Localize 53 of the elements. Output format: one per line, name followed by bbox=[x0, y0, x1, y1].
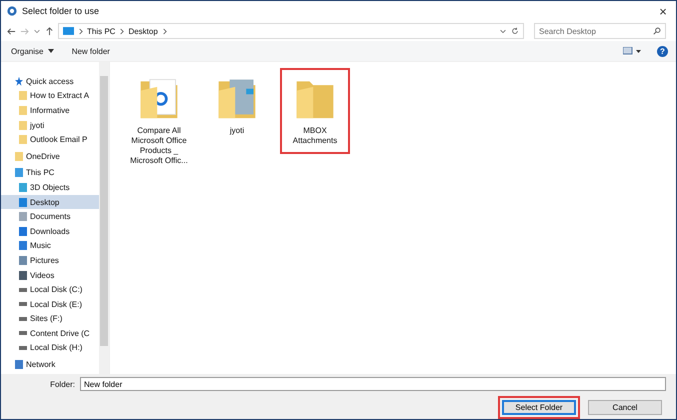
folder-label: Folder: bbox=[50, 380, 75, 388]
sidebar-item[interactable]: Informative bbox=[1, 103, 99, 118]
new-folder-button[interactable]: New folder bbox=[70, 44, 112, 58]
help-button[interactable]: ? bbox=[657, 46, 668, 56]
folder-name-field[interactable]: New folder bbox=[80, 377, 666, 391]
folder-item[interactable]: MBOX Attachments bbox=[280, 68, 350, 154]
folder-item[interactable]: Compare All Microsoft Office Products _ Microsoft Offic... bbox=[124, 68, 194, 174]
sidebar-item[interactable]: Downloads bbox=[1, 224, 99, 239]
monitor-icon bbox=[63, 27, 74, 35]
sidebar-item[interactable]: 3D Objects bbox=[1, 180, 99, 195]
chevron-right-icon[interactable] bbox=[162, 28, 167, 34]
sidebar-item[interactable]: OneDrive bbox=[1, 148, 99, 164]
organise-button[interactable]: Organise bbox=[9, 44, 56, 58]
app-icon bbox=[7, 6, 17, 16]
sidebar-item[interactable]: Local Disk (E:) bbox=[1, 296, 99, 312]
sidebar-item[interactable]: Pictures bbox=[1, 253, 99, 268]
chevron-down-icon[interactable] bbox=[33, 27, 41, 35]
caret-icon bbox=[48, 49, 54, 54]
search-field[interactable]: Search Desktop bbox=[534, 23, 666, 39]
sidebar-item[interactable]: Videos bbox=[1, 268, 99, 282]
sidebar-item[interactable]: Desktop bbox=[1, 194, 99, 210]
sidebar-item[interactable]: Sites (F:) bbox=[1, 312, 99, 326]
sidebar-item[interactable]: jyoti bbox=[1, 118, 99, 132]
breadcrumb[interactable]: This PC bbox=[87, 26, 116, 36]
dialog-button[interactable]: Cancel bbox=[588, 400, 662, 415]
sidebar-item[interactable]: Music bbox=[1, 238, 99, 254]
sidebar-item[interactable]: Quick access bbox=[1, 74, 99, 89]
view-options-icon[interactable] bbox=[623, 47, 643, 55]
folder-name: MBOX Attachments bbox=[292, 126, 338, 146]
sidebar-item[interactable]: How to Extract A bbox=[1, 88, 99, 104]
dialog-button[interactable]: Select Folder bbox=[502, 400, 576, 415]
sidebar-item[interactable]: Documents bbox=[1, 209, 99, 224]
address-bar[interactable]: This PC Desktop bbox=[58, 23, 524, 39]
up-arrow-icon[interactable] bbox=[45, 26, 54, 36]
folder-name: Compare All Microsoft Office Products _ Microsoft Offic... bbox=[129, 126, 189, 166]
window-title: Select folder to use bbox=[22, 6, 100, 16]
sidebar-item[interactable]: Network bbox=[1, 357, 99, 372]
sidebar-item[interactable]: This PC bbox=[1, 166, 99, 180]
folder-name: jyoti bbox=[228, 126, 246, 136]
chevron-right-icon bbox=[78, 28, 83, 34]
chevron-right-icon bbox=[119, 28, 124, 34]
scrollbar[interactable] bbox=[99, 62, 109, 374]
breadcrumb[interactable]: Desktop bbox=[128, 26, 158, 36]
search-icon bbox=[653, 27, 661, 35]
refresh-icon[interactable] bbox=[511, 27, 519, 35]
chevron-down-icon[interactable] bbox=[499, 27, 507, 35]
sidebar-item[interactable]: Local Disk (H:) bbox=[1, 340, 99, 356]
folder-item[interactable]: jyoti bbox=[202, 68, 272, 144]
back-arrow-icon[interactable] bbox=[7, 26, 16, 36]
sidebar-item[interactable]: Content Drive (C bbox=[1, 326, 99, 341]
sidebar-item[interactable]: Outlook Email P bbox=[1, 132, 99, 147]
close-button[interactable]: × bbox=[650, 2, 676, 20]
sidebar-item[interactable]: Local Disk (C:) bbox=[1, 282, 99, 297]
